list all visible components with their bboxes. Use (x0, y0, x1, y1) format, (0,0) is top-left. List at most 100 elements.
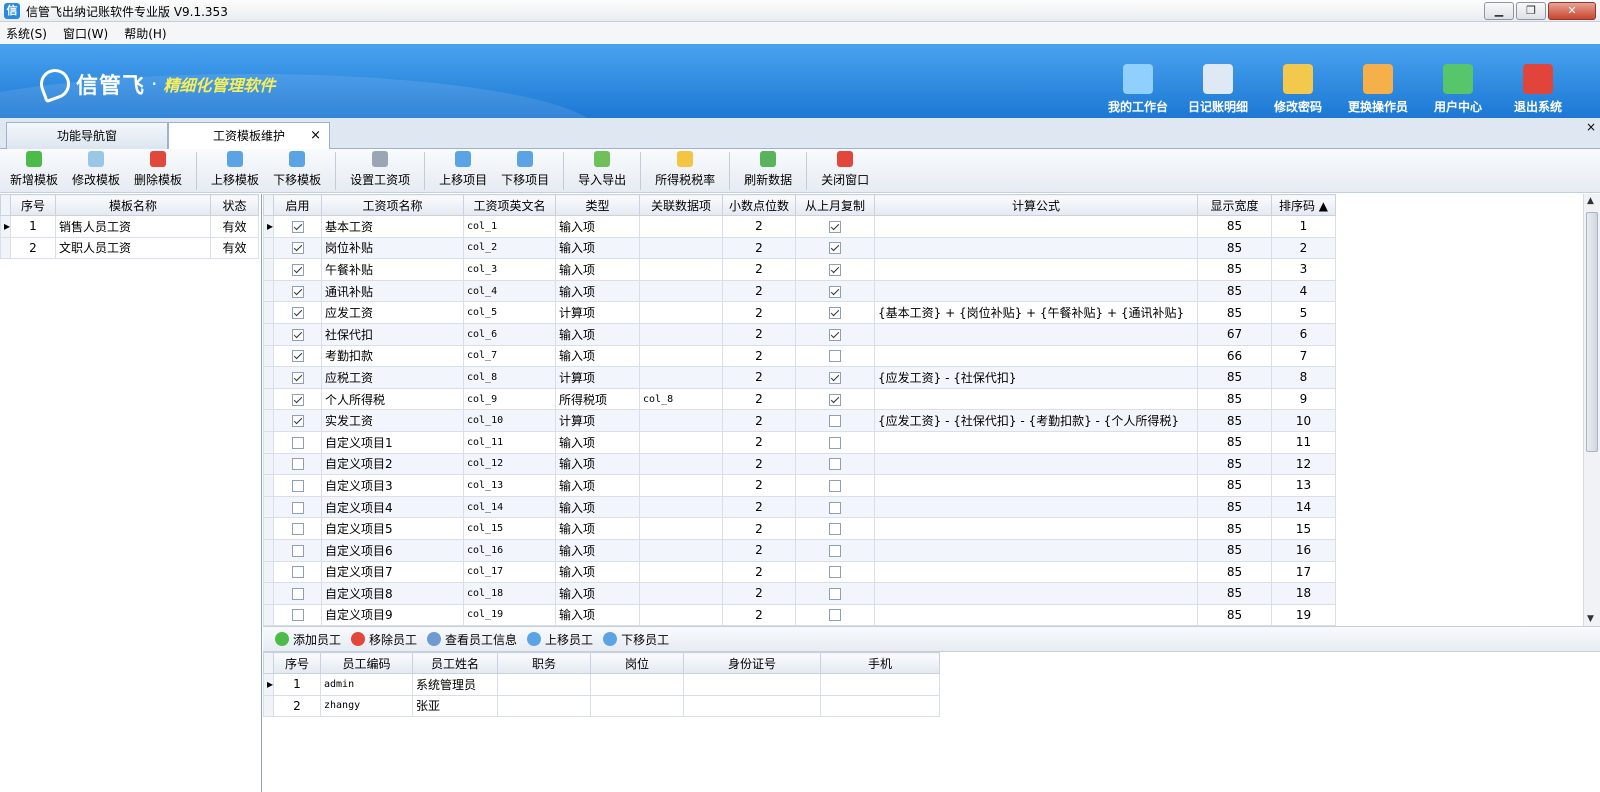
tab-salary-template[interactable]: 工资模板维护 × (168, 122, 330, 150)
employee-column-header[interactable]: 员工姓名 (412, 652, 498, 674)
employee-column-header[interactable]: 身份证号 (683, 652, 821, 674)
salary-item-row[interactable]: 自定义项目9 col_19 输入项 2 85 19 (263, 603, 1336, 626)
copy-last-month-checkbox[interactable] (829, 263, 841, 276)
copy-last-month-checkbox[interactable] (829, 609, 841, 622)
employee-column-header[interactable]: 序号 (273, 652, 321, 674)
employee-button-0[interactable]: 添加员工 (275, 631, 341, 648)
enable-checkbox[interactable] (291, 501, 304, 514)
salary-item-row[interactable]: 自定义项目2 col_12 输入项 2 85 12 (263, 452, 1336, 476)
column-header[interactable]: 小数点位数 (722, 194, 796, 216)
tab-close-icon[interactable]: × (310, 123, 321, 149)
copy-last-month-checkbox[interactable] (829, 479, 841, 492)
enable-checkbox[interactable] (291, 479, 304, 492)
copy-last-month-checkbox[interactable] (829, 393, 841, 406)
column-header[interactable]: 工资项英文名 (463, 194, 556, 216)
enable-checkbox[interactable] (291, 393, 304, 406)
column-header[interactable]: 工资项名称 (321, 194, 464, 216)
toolbar-button-0[interactable]: 新增模板 (10, 151, 58, 192)
column-header[interactable]: 关联数据项 (639, 194, 723, 216)
copy-last-month-checkbox[interactable] (829, 220, 841, 233)
enable-checkbox[interactable] (291, 328, 304, 341)
topnav-monitor[interactable]: 我的工作台 (1098, 64, 1178, 115)
column-header[interactable]: 启用 (273, 194, 322, 216)
copy-last-month-checkbox[interactable] (829, 501, 841, 514)
minimize-button[interactable]: ▁ (1484, 2, 1514, 20)
salary-item-row[interactable]: ▸ 基本工资 col_1 输入项 2 85 1 (263, 215, 1336, 238)
salary-item-row[interactable]: 自定义项目6 col_16 输入项 2 85 16 (263, 538, 1336, 562)
copy-last-month-checkbox[interactable] (829, 436, 841, 449)
topnav-power[interactable]: 退出系统 (1498, 64, 1578, 115)
copy-last-month-checkbox[interactable] (829, 285, 841, 298)
column-header[interactable]: 显示宽度 (1197, 194, 1272, 216)
copy-last-month-checkbox[interactable] (829, 350, 841, 363)
salary-item-row[interactable]: 午餐补贴 col_3 输入项 2 85 3 (263, 258, 1336, 281)
salary-item-row[interactable]: 自定义项目5 col_15 输入项 2 85 15 (263, 517, 1336, 540)
toolbar-button-2[interactable]: 删除模板 (134, 151, 182, 192)
salary-item-row[interactable]: 应发工资 col_5 计算项 2 {基本工资} + {岗位补贴} + {午餐补贴} + … (263, 301, 1336, 324)
employee-column-header[interactable]: 员工编码 (320, 652, 413, 674)
toolbar-button-8[interactable]: 导入导出 (578, 151, 626, 192)
close-button[interactable]: ✕ (1548, 2, 1596, 20)
employee-row[interactable]: 2 zhangy 张亚 (263, 694, 940, 718)
salary-item-row[interactable]: 实发工资 col_10 计算项 2 {应发工资} - {社保代扣} - {考勤扣款} -… (263, 409, 1336, 432)
topnav-ledger[interactable]: 日记账明细 (1178, 64, 1258, 115)
employee-column-header[interactable]: 手机 (820, 652, 940, 674)
toolbar-button-4[interactable]: 下移模板 (273, 151, 321, 192)
salary-item-row[interactable]: 岗位补贴 col_2 输入项 2 85 2 (263, 236, 1336, 260)
salary-item-row[interactable]: 个人所得税 col_9 所得税项 col_8 2 85 9 (263, 387, 1336, 411)
topnav-user[interactable]: 更换操作员 (1338, 64, 1418, 115)
scroll-thumb[interactable] (1586, 212, 1598, 452)
copy-last-month-checkbox[interactable] (829, 415, 841, 428)
copy-last-month-checkbox[interactable] (829, 371, 841, 384)
enable-checkbox[interactable] (291, 523, 304, 536)
enable-checkbox[interactable] (291, 436, 304, 449)
toolbar-button-7[interactable]: 下移项目 (501, 151, 549, 192)
copy-last-month-checkbox[interactable] (829, 328, 841, 341)
enable-checkbox[interactable] (291, 415, 304, 428)
enable-checkbox[interactable] (291, 609, 304, 622)
menu-window[interactable]: 窗口(W) (63, 25, 108, 42)
salary-item-row[interactable]: 应税工资 col_8 计算项 2 {应发工资} - {社保代扣} 85 8 (263, 366, 1336, 389)
employee-button-3[interactable]: 上移员工 (527, 631, 593, 648)
employee-row[interactable]: ▸ 1 admin 系统管理员 (263, 673, 940, 696)
copy-last-month-checkbox[interactable] (829, 242, 841, 255)
topnav-globe[interactable]: 用户中心 (1418, 64, 1498, 115)
enable-checkbox[interactable] (291, 307, 304, 320)
employee-column-header[interactable]: 岗位 (590, 652, 684, 674)
enable-checkbox[interactable] (291, 263, 304, 276)
tab-nav[interactable]: 功能导航窗 (6, 122, 168, 149)
toolbar-button-9[interactable]: 所得税税率 (655, 151, 715, 192)
salary-item-row[interactable]: 自定义项目8 col_18 输入项 2 85 18 (263, 582, 1336, 605)
enable-checkbox[interactable] (291, 371, 304, 384)
copy-last-month-checkbox[interactable] (829, 544, 841, 557)
copy-last-month-checkbox[interactable] (829, 566, 841, 579)
column-header[interactable]: 类型 (555, 194, 640, 216)
enable-checkbox[interactable] (291, 242, 304, 255)
menu-system[interactable]: 系统(S) (6, 25, 47, 42)
column-header[interactable]: 从上月复制 (795, 194, 875, 216)
toolbar-button-5[interactable]: 设置工资项 (350, 151, 410, 192)
column-header[interactable]: 计算公式 (874, 194, 1198, 216)
enable-checkbox[interactable] (291, 544, 304, 557)
restore-button[interactable]: ❐ (1516, 2, 1546, 20)
enable-checkbox[interactable] (291, 458, 304, 471)
salary-item-row[interactable]: 考勤扣款 col_7 输入项 2 66 7 (263, 344, 1336, 368)
column-header[interactable]: 排序码 ▲ (1271, 194, 1336, 216)
copy-last-month-checkbox[interactable] (829, 458, 841, 471)
copy-last-month-checkbox[interactable] (829, 523, 841, 536)
copy-last-month-checkbox[interactable] (829, 307, 841, 320)
employee-column-header[interactable]: 职务 (497, 652, 591, 674)
toolbar-button-11[interactable]: 关闭窗口 (821, 151, 869, 192)
enable-checkbox[interactable] (291, 220, 304, 233)
toolbar-button-10[interactable]: 刷新数据 (744, 151, 792, 192)
salary-item-row[interactable]: 自定义项目3 col_13 输入项 2 85 13 (263, 474, 1336, 497)
toolbar-button-1[interactable]: 修改模板 (72, 151, 120, 192)
toolbar-button-3[interactable]: 上移模板 (211, 151, 259, 192)
employee-button-2[interactable]: 查看员工信息 (427, 631, 517, 648)
enable-checkbox[interactable] (291, 350, 304, 363)
salary-item-row[interactable]: 通讯补贴 col_4 输入项 2 85 4 (263, 279, 1336, 303)
copy-last-month-checkbox[interactable] (829, 587, 841, 600)
employee-button-4[interactable]: 下移员工 (603, 631, 669, 648)
enable-checkbox[interactable] (291, 566, 304, 579)
template-row[interactable]: 2 文职人员工资 有效 (0, 236, 259, 260)
